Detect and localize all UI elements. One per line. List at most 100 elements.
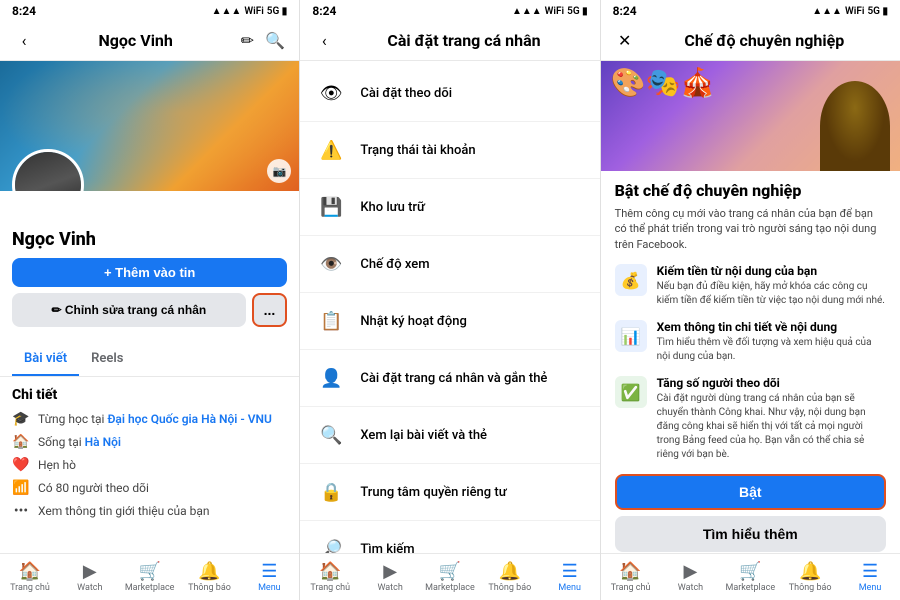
eye-icon: 👁️ xyxy=(314,247,348,281)
battery-icon-3: 5G ▮ xyxy=(867,6,888,17)
status-bar-1: 8:24 ▲▲▲ WiFi 5G ▮ xyxy=(0,0,299,22)
settings-label-follow: Cài đặt theo dõi xyxy=(360,86,585,101)
earn-title: Kiếm tiền từ nội dung của bạn xyxy=(657,264,886,278)
edit-icon-1[interactable]: ✏ xyxy=(233,26,261,54)
wifi-icon-2: WiFi xyxy=(545,6,564,17)
nav-bar-1: ‹ Ngọc Vinh ✏ 🔍 xyxy=(0,22,299,61)
detail-intro[interactable]: ••• Xem thông tin giới thiệu của bạn xyxy=(12,503,287,519)
earn-desc: Nếu bạn đủ điều kiện, hãy mở khóa các cô… xyxy=(657,280,886,308)
bottom-nav-marketplace-3[interactable]: 🛒Marketplace xyxy=(720,558,780,596)
bottom-nav-notifications-label-2: Thông báo xyxy=(488,583,531,593)
settings-item-archive[interactable]: 💾 Kho lưu trữ xyxy=(300,179,599,236)
follow-icon: 👁 xyxy=(314,76,348,110)
settings-list: 👁 Cài đặt theo dõi ⚠️ Trạng thái tài kho… xyxy=(300,61,599,553)
bottom-nav-watch-1[interactable]: ▶Watch xyxy=(60,558,120,596)
bottom-nav-watch-2[interactable]: ▶Watch xyxy=(360,558,420,596)
settings-label-review: Xem lại bài viết và thẻ xyxy=(360,428,585,443)
add-to-story-button[interactable]: + Thêm vào tin xyxy=(12,258,287,287)
bat-button-wrap: Bật xyxy=(615,474,886,510)
details-title: Chi tiết xyxy=(12,387,287,403)
settings-item-privacy[interactable]: 🔒 Trung tâm quyền riêng tư xyxy=(300,464,599,521)
detail-location-text: Sống tại Hà Nội xyxy=(38,435,121,449)
pro-feature-followers: ✅ Tăng số người theo dõi Cài đặt người d… xyxy=(615,376,886,462)
bottom-nav-marketplace-label-2: Marketplace xyxy=(425,583,475,593)
search-icon-1[interactable]: 🔍 xyxy=(261,26,289,54)
bat-button[interactable]: Bật xyxy=(615,474,886,510)
bottom-nav-notifications-label-1: Thông báo xyxy=(188,583,231,593)
panel-settings: 8:24 ▲▲▲ WiFi 5G ▮ ‹ Cài đặt trang cá nh… xyxy=(300,0,600,600)
close-button-3[interactable]: ✕ xyxy=(611,26,639,54)
detail-relationship: ❤️ Hẹn hò xyxy=(12,457,287,473)
bottom-nav-home-3[interactable]: 🏠Trang chủ xyxy=(601,558,661,596)
earn-icon: 💰 xyxy=(615,264,647,296)
followers-title: Tăng số người theo dõi xyxy=(657,376,886,390)
settings-label-search: Tìm kiếm xyxy=(360,542,585,554)
bottom-nav-menu-3[interactable]: ☰Menu xyxy=(840,558,900,596)
settings-label-archive: Kho lưu trữ xyxy=(360,200,585,215)
profile-avatar[interactable] xyxy=(12,149,84,191)
settings-label-viewmode: Chế độ xem xyxy=(360,257,585,272)
bottom-nav-marketplace-label-1: Marketplace xyxy=(125,583,175,593)
bottom-nav-watch-3[interactable]: ▶Watch xyxy=(661,558,721,596)
settings-item-activity[interactable]: 📋 Nhật ký hoạt động xyxy=(300,293,599,350)
bottom-nav-1: 🏠Trang chủ ▶Watch 🛒Marketplace 🔔Thông bá… xyxy=(0,553,299,600)
bottom-nav-watch-label-3: Watch xyxy=(678,583,703,593)
settings-item-viewmode[interactable]: 👁️ Chế độ xem xyxy=(300,236,599,293)
time-2: 8:24 xyxy=(312,4,336,18)
heart-icon: ❤️ xyxy=(12,457,30,473)
bottom-nav-notifications-label-3: Thông báo xyxy=(789,583,832,593)
signal-icon-2: ▲▲▲ xyxy=(512,6,542,17)
pro-feature-followers-text: Tăng số người theo dõi Cài đặt người dùn… xyxy=(657,376,886,462)
cover-person xyxy=(820,81,890,171)
pro-feature-earn: 💰 Kiếm tiền từ nội dung của bạn Nếu bạn … xyxy=(615,264,886,308)
settings-item-search[interactable]: 🔎 Tìm kiếm xyxy=(300,521,599,553)
settings-label-privacy: Trung tâm quyền riêng tư xyxy=(360,485,585,500)
search-icon-settings: 🔎 xyxy=(314,532,348,553)
edit-profile-button[interactable]: ✏ Chỉnh sửa trang cá nhân xyxy=(12,293,246,327)
pro-feature-insights-text: Xem thông tin chi tiết về nội dung Tìm h… xyxy=(657,320,886,364)
battery-icon: 5G ▮ xyxy=(267,6,288,17)
wifi-icon: WiFi xyxy=(244,6,263,17)
bottom-nav-notifications-2[interactable]: 🔔Thông báo xyxy=(480,558,540,596)
detail-relationship-text: Hẹn hò xyxy=(38,458,76,472)
bottom-nav-menu-label-1: Menu xyxy=(258,583,281,593)
tim-hieu-button[interactable]: Tìm hiểu thêm xyxy=(615,516,886,552)
bottom-nav-home-2[interactable]: 🏠Trang chủ xyxy=(300,558,360,596)
action-buttons-row: ✏ Chỉnh sửa trang cá nhân ... xyxy=(12,293,287,327)
settings-label-profile: Cài đặt trang cá nhân và gắn thẻ xyxy=(360,371,585,386)
profile-info: Ngọc Vinh + Thêm vào tin ✏ Chỉnh sửa tra… xyxy=(0,191,299,343)
settings-item-status[interactable]: ⚠️ Trạng thái tài khoản xyxy=(300,122,599,179)
settings-item-review[interactable]: 🔍 Xem lại bài viết và thẻ xyxy=(300,407,599,464)
nav-title-3: Chế độ chuyên nghiệp xyxy=(639,31,890,50)
panel-profile: 8:24 ▲▲▲ WiFi 5G ▮ ‹ Ngọc Vinh ✏ 🔍 📷 📷 N… xyxy=(0,0,300,600)
nav-bar-2: ‹ Cài đặt trang cá nhân xyxy=(300,22,599,61)
time-1: 8:24 xyxy=(12,4,36,18)
insights-desc: Tìm hiểu thêm về đối tượng và xem hiệu q… xyxy=(657,336,886,364)
battery-icon-2: 5G ▮ xyxy=(567,6,588,17)
bottom-nav-menu-label-2: Menu xyxy=(558,583,581,593)
detail-intro-text: Xem thông tin giới thiệu của bạn xyxy=(38,504,210,518)
status-icons-2: ▲▲▲ WiFi 5G ▮ xyxy=(512,6,588,17)
tab-reels[interactable]: Reels xyxy=(79,343,135,376)
nav-title-2: Cài đặt trang cá nhân xyxy=(338,31,589,50)
bottom-nav-watch-label-1: Watch xyxy=(77,583,102,593)
back-button-1[interactable]: ‹ xyxy=(10,26,38,54)
pro-subtitle: Thêm công cụ mới vào trang cá nhân của b… xyxy=(615,206,886,252)
bottom-nav-menu-1[interactable]: ☰Menu xyxy=(239,558,299,596)
bottom-nav-notifications-3[interactable]: 🔔Thông báo xyxy=(780,558,840,596)
followers-icon: 📶 xyxy=(12,480,30,496)
bottom-nav-home-1[interactable]: 🏠Trang chủ xyxy=(0,558,60,596)
settings-item-follow[interactable]: 👁 Cài đặt theo dõi xyxy=(300,65,599,122)
bottom-nav-menu-2[interactable]: ☰Menu xyxy=(540,558,600,596)
tab-posts[interactable]: Bài viết xyxy=(12,343,79,376)
bottom-nav-notifications-1[interactable]: 🔔Thông báo xyxy=(180,558,240,596)
lock-icon: 🔒 xyxy=(314,475,348,509)
settings-item-profile[interactable]: 👤 Cài đặt trang cá nhân và gắn thẻ xyxy=(300,350,599,407)
home-icon: 🏠 xyxy=(12,434,30,450)
back-button-2[interactable]: ‹ xyxy=(310,26,338,54)
more-button[interactable]: ... xyxy=(252,293,288,327)
nav-bar-3: ✕ Chế độ chuyên nghiệp xyxy=(601,22,900,61)
bottom-nav-marketplace-1[interactable]: 🛒Marketplace xyxy=(120,558,180,596)
bottom-nav-marketplace-2[interactable]: 🛒Marketplace xyxy=(420,558,480,596)
nav-title-1: Ngọc Vinh xyxy=(38,31,233,50)
